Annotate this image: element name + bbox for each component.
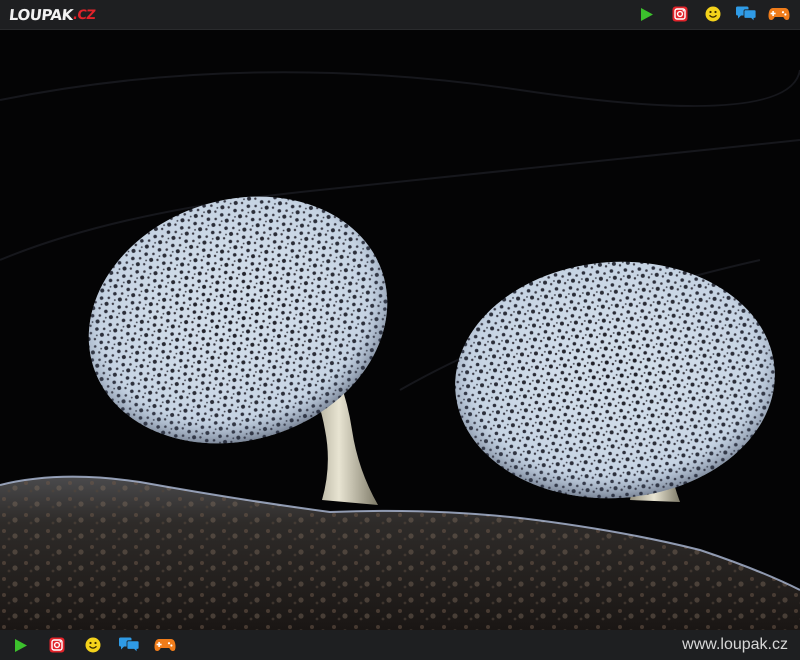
smiley-icon[interactable] [702,4,724,24]
gamepad-icon[interactable] [154,635,176,655]
main-photo [0,30,800,630]
bottom-icon-group [10,635,176,655]
site-logo[interactable]: LOUPAK .CZ [8,4,97,26]
logo-text: LOUPAK [8,6,74,24]
smiley-icon[interactable] [82,635,104,655]
chat-icon[interactable] [735,4,757,24]
top-bar: LOUPAK .CZ [0,0,800,30]
bottom-bar: www.loupak.cz [0,630,800,660]
play-icon[interactable] [636,4,658,24]
play-icon[interactable] [10,635,32,655]
site-url-link[interactable]: www.loupak.cz [682,636,788,654]
top-icon-group [636,4,790,24]
chat-icon[interactable] [118,635,140,655]
instagram-icon[interactable] [669,4,691,24]
logo-suffix: .CZ [72,7,97,23]
instagram-icon[interactable] [46,635,68,655]
gamepad-icon[interactable] [768,4,790,24]
